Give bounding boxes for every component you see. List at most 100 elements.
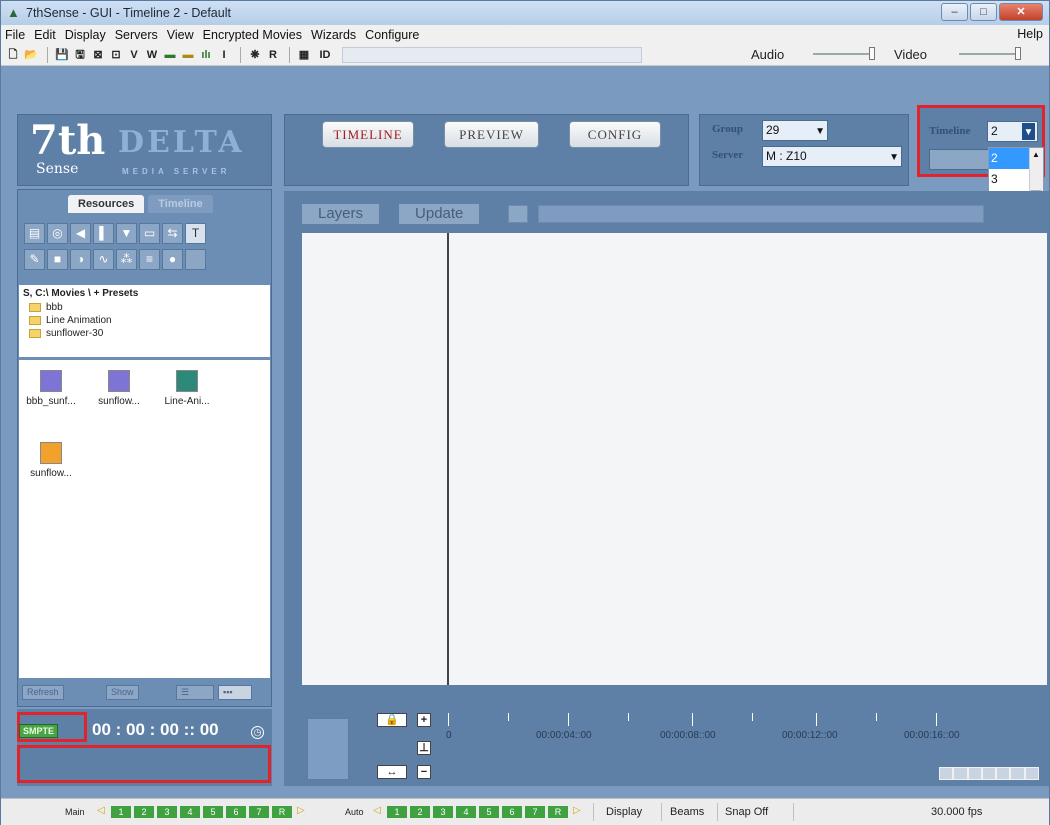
- auto-cue-4[interactable]: 4: [456, 806, 476, 818]
- dropdown-option[interactable]: 3: [989, 169, 1029, 190]
- menu-wizards[interactable]: Wizards: [311, 28, 356, 42]
- remove-track-button[interactable]: −: [417, 765, 431, 779]
- clock-icon[interactable]: ◷: [251, 726, 264, 739]
- save-icon[interactable]: 💾: [54, 47, 70, 63]
- chart-icon[interactable]: ılı: [198, 47, 214, 63]
- timeline-mode-button[interactable]: TIMELINE: [322, 121, 414, 148]
- refresh-button[interactable]: Refresh: [22, 685, 64, 700]
- small-tab[interactable]: [508, 205, 528, 223]
- time-ruler[interactable]: 0 00:00:04::00 00:00:08::00 00:00:12::00…: [446, 713, 986, 748]
- burst-icon[interactable]: ❋: [247, 47, 263, 63]
- arrow-right-icon[interactable]: ▷: [573, 805, 581, 816]
- video-slider[interactable]: [959, 47, 1021, 60]
- v-icon[interactable]: V: [126, 47, 142, 63]
- tab-timeline[interactable]: Timeline: [148, 195, 213, 213]
- auto-cue-7[interactable]: 7: [525, 806, 545, 818]
- menu-help[interactable]: Help: [1017, 27, 1043, 41]
- auto-cue-2[interactable]: 2: [410, 806, 430, 818]
- auto-cue-6[interactable]: 6: [502, 806, 522, 818]
- zoom-fit-button[interactable]: ↔: [377, 765, 407, 779]
- audio-slider-knob[interactable]: [869, 47, 875, 60]
- add-track-button[interactable]: +: [417, 713, 431, 727]
- beams-button[interactable]: Beams: [670, 806, 704, 818]
- menu-display[interactable]: Display: [65, 28, 106, 42]
- playhead-line[interactable]: [447, 233, 449, 685]
- nodes-icon[interactable]: ⁂: [116, 249, 137, 270]
- main-cue-4[interactable]: 4: [180, 806, 200, 818]
- auto-cue-1[interactable]: 1: [387, 806, 407, 818]
- auto-cue-3[interactable]: 3: [433, 806, 453, 818]
- square-icon[interactable]: ■: [47, 249, 68, 270]
- properties-icon[interactable]: 🖫: [72, 47, 88, 63]
- i-icon[interactable]: I: [216, 47, 232, 63]
- timeline-mini-scroll[interactable]: [939, 767, 1039, 780]
- dropdown-option[interactable]: 2: [989, 148, 1029, 169]
- server-select[interactable]: M : Z10 ▼: [762, 146, 902, 167]
- level-bar-icon[interactable]: ▬: [180, 47, 196, 63]
- snap-button[interactable]: Snap Off: [725, 806, 768, 818]
- film-icon[interactable]: ▤: [24, 223, 45, 244]
- grid-icon[interactable]: ⊠: [90, 47, 106, 63]
- menu-view[interactable]: View: [167, 28, 194, 42]
- tab-resources[interactable]: Resources: [68, 195, 145, 213]
- speaker-icon[interactable]: ◀: [70, 223, 91, 244]
- close-button[interactable]: ✕: [999, 3, 1043, 21]
- scroll-up-icon[interactable]: ▲: [1032, 150, 1040, 159]
- list-icon[interactable]: ≡: [139, 249, 160, 270]
- file-item[interactable]: Line-Ani...: [155, 370, 219, 407]
- menu-edit[interactable]: Edit: [34, 28, 56, 42]
- menu-configure[interactable]: Configure: [365, 28, 419, 42]
- r-icon[interactable]: R: [265, 47, 281, 63]
- sphere-icon[interactable]: ●: [162, 249, 183, 270]
- folder-item[interactable]: bbb: [29, 301, 266, 314]
- color-bar-icon[interactable]: ▬: [162, 47, 178, 63]
- minimize-button[interactable]: –: [941, 3, 968, 21]
- main-cue-r[interactable]: R: [272, 806, 292, 818]
- blank-icon[interactable]: [185, 249, 206, 270]
- arrow-left-icon[interactable]: ◁: [373, 805, 381, 816]
- show-button[interactable]: Show: [106, 685, 139, 700]
- video-slider-knob[interactable]: [1015, 47, 1021, 60]
- main-cue-3[interactable]: 3: [157, 806, 177, 818]
- folder-item[interactable]: sunflower-30: [29, 327, 266, 340]
- shape-icon[interactable]: ▼: [116, 223, 137, 244]
- tool-icon[interactable]: ✎: [24, 249, 45, 270]
- config-mode-button[interactable]: CONFIG: [569, 121, 661, 148]
- file-item[interactable]: bbb_sunf...: [19, 370, 83, 407]
- folder-item[interactable]: Line Animation: [29, 314, 266, 327]
- auto-cue-5[interactable]: 5: [479, 806, 499, 818]
- open-icon[interactable]: 📂: [23, 47, 39, 63]
- main-cue-7[interactable]: 7: [249, 806, 269, 818]
- main-cue-2[interactable]: 2: [134, 806, 154, 818]
- tab-update[interactable]: Update: [399, 204, 480, 224]
- swap-icon[interactable]: ⇆: [162, 223, 183, 244]
- display-button[interactable]: Display: [606, 806, 642, 818]
- menu-file[interactable]: File: [5, 28, 25, 42]
- auto-cue-r[interactable]: R: [548, 806, 568, 818]
- menu-servers[interactable]: Servers: [115, 28, 158, 42]
- w-icon[interactable]: W: [144, 47, 160, 63]
- camera-icon[interactable]: ◎: [47, 223, 68, 244]
- timeline-canvas[interactable]: [302, 233, 1047, 685]
- frame-icon[interactable]: ⊡: [108, 47, 124, 63]
- list-view-button[interactable]: ☰: [176, 685, 214, 700]
- gradient-icon[interactable]: ▌: [93, 223, 114, 244]
- snap-icon[interactable]: ⊥: [417, 741, 431, 755]
- file-item[interactable]: sunflow...: [19, 442, 83, 479]
- maximize-button[interactable]: □: [970, 3, 997, 21]
- icon-view-button[interactable]: ▪▪▪: [218, 685, 252, 700]
- trash-icon[interactable]: [307, 718, 349, 780]
- new-icon[interactable]: 🗋: [5, 47, 21, 63]
- main-cue-5[interactable]: 5: [203, 806, 223, 818]
- menu-encrypted-movies[interactable]: Encrypted Movies: [203, 28, 302, 42]
- lock-icon[interactable]: 🔒: [377, 713, 407, 727]
- smpte-badge[interactable]: SMPTE: [19, 724, 59, 738]
- arrow-left-icon[interactable]: ◁: [97, 805, 105, 816]
- audio-slider[interactable]: [813, 47, 875, 60]
- main-cue-1[interactable]: 1: [111, 806, 131, 818]
- window-icon[interactable]: ▭: [139, 223, 160, 244]
- circle-icon[interactable]: ◑: [70, 249, 91, 270]
- wave-icon[interactable]: ∿: [93, 249, 114, 270]
- group-select[interactable]: 29 ▼: [762, 120, 828, 141]
- main-cue-6[interactable]: 6: [226, 806, 246, 818]
